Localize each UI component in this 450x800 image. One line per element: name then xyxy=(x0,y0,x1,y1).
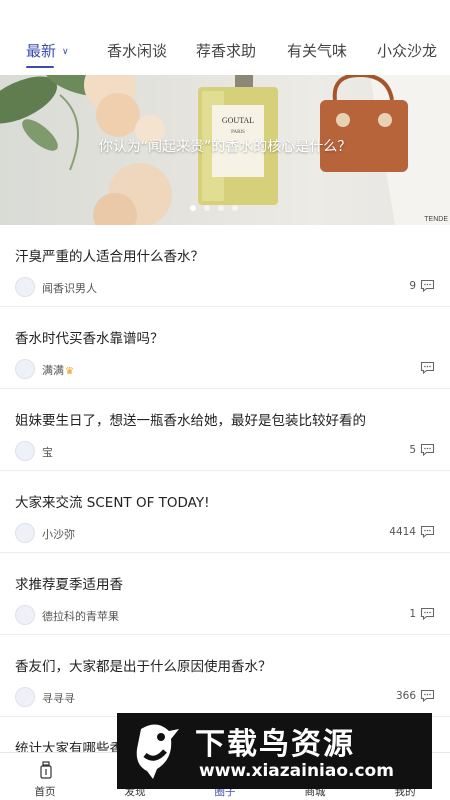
avatar[interactable] xyxy=(15,605,35,625)
tab-label: 小众沙龙 xyxy=(377,42,438,60)
comment-icon xyxy=(420,279,435,292)
comment-icon xyxy=(420,525,435,538)
post-author: 宝 xyxy=(42,446,53,459)
post-author: 闻香识男人 xyxy=(42,282,97,295)
post-title: 姐妹要生日了，想送一瓶香水给她，最好是包装比较好看的 xyxy=(15,413,366,429)
post-author: 满满♛ xyxy=(42,362,74,378)
carousel-dots xyxy=(190,205,238,211)
comment-icon xyxy=(420,443,435,456)
post-author: 小沙弥 xyxy=(42,528,75,541)
list-item[interactable]: 汗臭严重的人适合用什么香水？ 闻香识男人 9 xyxy=(0,225,450,307)
post-author: 德拉科的青苹果 xyxy=(42,610,119,623)
watermark-title: 下载鸟资源 xyxy=(195,727,355,762)
banner-caption: 你认为“闻起来贵”的香水的核心是什么？ xyxy=(98,139,352,155)
comment-count: 9 xyxy=(409,280,416,292)
tab-niche-salon[interactable]: 小众沙龙 xyxy=(377,40,437,61)
perfume-bottle-icon xyxy=(40,761,52,779)
avatar[interactable] xyxy=(15,277,35,297)
avatar[interactable] xyxy=(15,441,35,461)
comment-count: 5 xyxy=(409,444,416,456)
post-title: 香水时代买香水靠谱吗？ xyxy=(15,331,164,347)
list-item[interactable]: 求推荐夏季适用香 德拉科的青苹果 1 xyxy=(0,553,450,635)
crown-icon: ♛ xyxy=(65,366,74,377)
tab-label: 有关气味 xyxy=(287,42,348,60)
post-title: 求推荐夏季适用香 xyxy=(15,577,123,593)
tab-label: 荐香求助 xyxy=(196,42,257,60)
nav-home[interactable]: 首页 xyxy=(0,753,90,800)
post-title: 香友们，大家都是出于什么原因使用香水？ xyxy=(15,659,272,675)
carousel-dot[interactable] xyxy=(218,205,224,211)
tab-label: 香水闲谈 xyxy=(107,42,168,60)
carousel-dot[interactable] xyxy=(204,205,210,211)
avatar[interactable] xyxy=(15,359,35,379)
post-title: 大家来交流 SCENT OF TODAY! xyxy=(15,495,210,511)
carousel-dot[interactable] xyxy=(190,205,196,211)
tab-label: 最新 xyxy=(26,42,57,60)
banner-carousel[interactable]: GOUTAL PARIS TENDE 你认为“闻起来贵”的香水的核心是什么？ xyxy=(0,75,450,225)
post-author-name: 满满 xyxy=(42,364,64,377)
bottle-sub: PARIS xyxy=(231,130,245,135)
tab-recommend-help[interactable]: 荐香求助 xyxy=(196,40,256,61)
watermark-banner: 下载鸟资源 www.xiazainiao.com xyxy=(117,713,432,789)
avatar[interactable] xyxy=(15,687,35,707)
comment-count: 4414 xyxy=(389,526,416,538)
post-title: 汗臭严重的人适合用什么香水？ xyxy=(15,249,204,265)
tab-about-scents[interactable]: 有关气味 xyxy=(287,40,347,61)
list-item[interactable]: 香友们，大家都是出于什么原因使用香水？ 寻寻寻 366 xyxy=(0,635,450,717)
list-item[interactable]: 大家来交流 SCENT OF TODAY! 小沙弥 4414 xyxy=(0,471,450,553)
comment-count: 1 xyxy=(409,608,416,620)
carousel-dot[interactable] xyxy=(232,205,238,211)
nav-label: 首页 xyxy=(34,786,56,798)
tab-latest[interactable]: 最新 ∨ xyxy=(26,40,69,61)
list-item[interactable]: 香水时代买香水靠谱吗？ 满满♛ xyxy=(0,307,450,389)
post-author: 寻寻寻 xyxy=(42,692,75,705)
tab-perfume-chat[interactable]: 香水闲谈 xyxy=(107,40,167,61)
corner-text: TENDE xyxy=(424,216,448,223)
comment-count: 366 xyxy=(395,690,416,702)
category-tabs: 最新 ∨ 香水闲谈 荐香求助 有关气味 小众沙龙 xyxy=(0,0,450,75)
comment-icon xyxy=(420,689,435,702)
avatar[interactable] xyxy=(15,523,35,543)
active-tab-indicator xyxy=(26,66,54,68)
watermark-url: www.xiazainiao.com xyxy=(199,761,394,781)
comment-icon xyxy=(420,361,435,374)
list-item[interactable]: 姐妹要生日了，想送一瓶香水给她，最好是包装比较好看的 宝 5 xyxy=(0,389,450,471)
comment-icon xyxy=(420,607,435,620)
bottle-brand: GOUTAL xyxy=(222,116,254,125)
bird-logo-icon xyxy=(136,724,179,779)
chevron-down-icon: ∨ xyxy=(62,47,69,57)
